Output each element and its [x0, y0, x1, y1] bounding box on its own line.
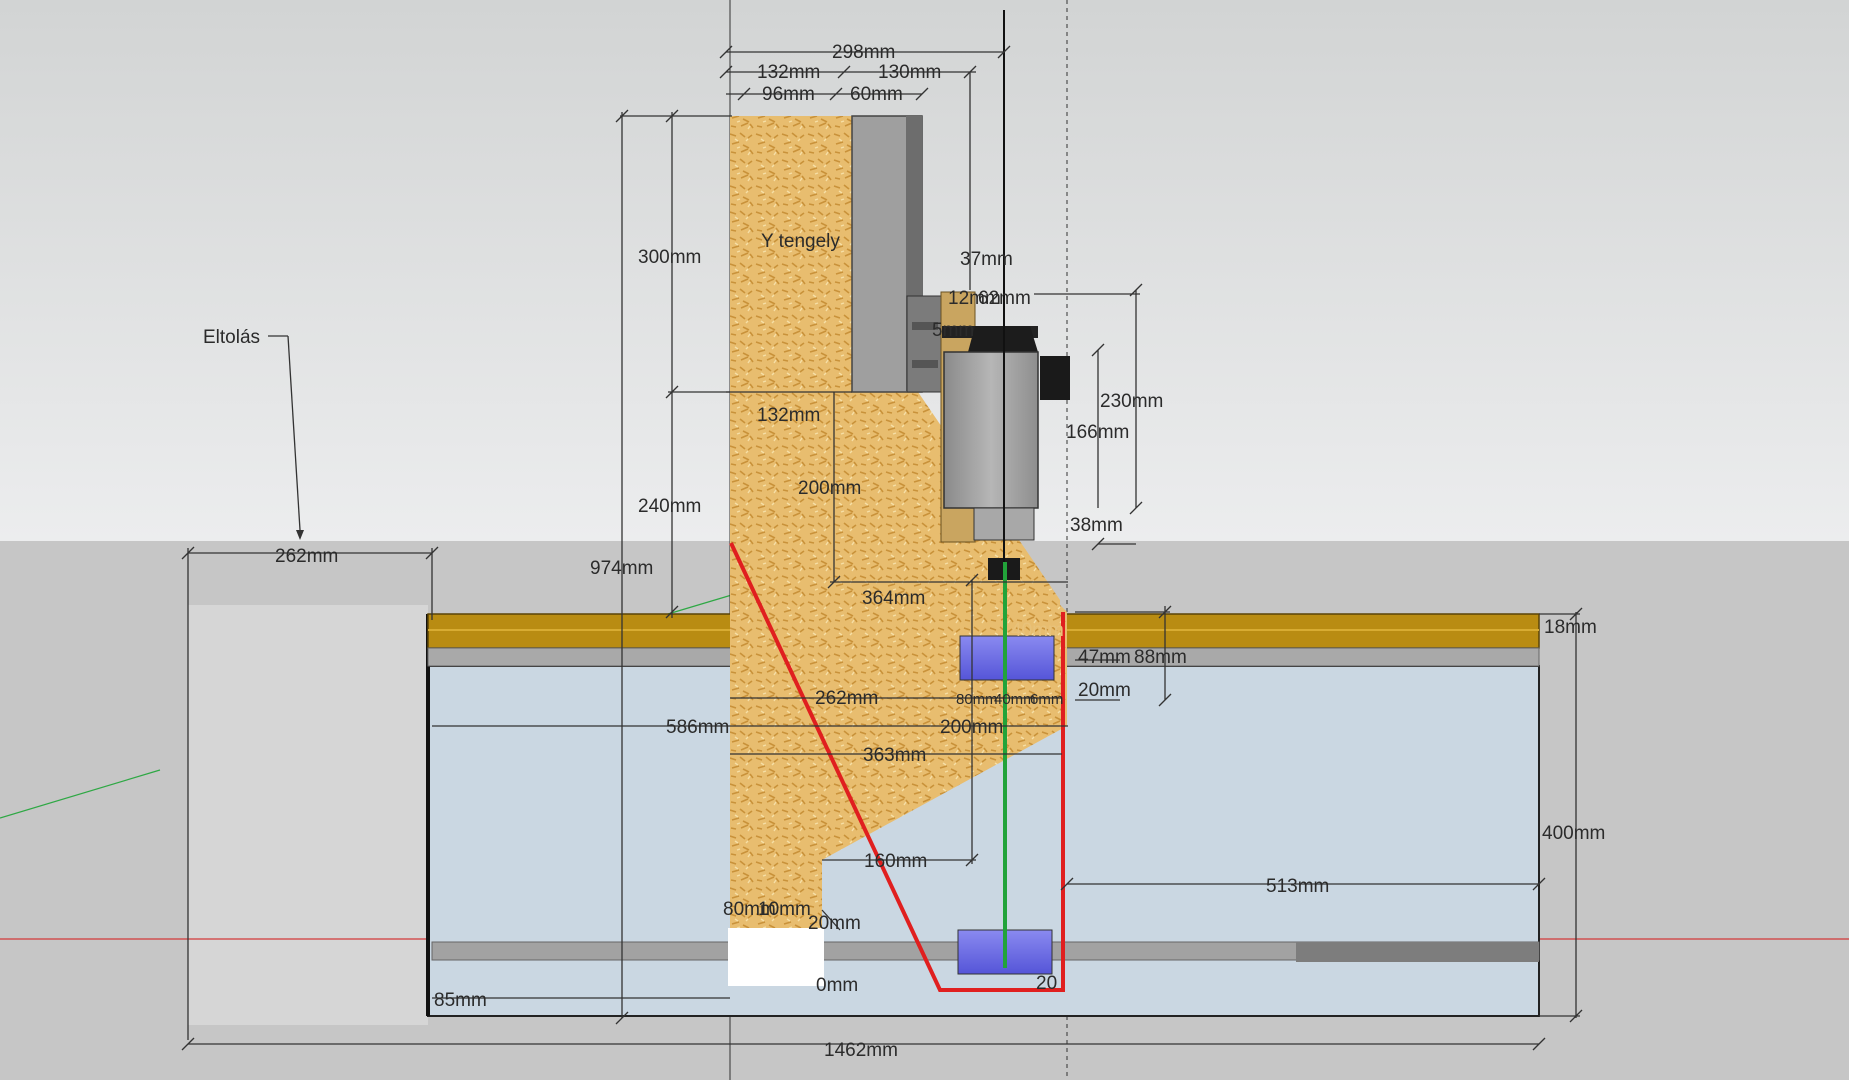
dim-60mm: 60mm — [850, 84, 903, 105]
dim-230mm: 230mm — [1100, 391, 1163, 412]
ghost-shadow — [188, 605, 428, 1025]
bottom-rail-dark-segment — [1296, 942, 1539, 962]
dim-513mm: 513mm — [1266, 876, 1329, 897]
dim-400mm: 400mm — [1542, 823, 1605, 844]
spindle-body — [943, 351, 1039, 509]
dim-200mm-low: 200mm — [940, 717, 1003, 738]
dim-262mm-mid: 262mm — [815, 688, 878, 709]
offset-label: Eltolás — [203, 327, 260, 348]
dim-20mm-right: 20mm — [1078, 680, 1131, 701]
dim-586mm: 586mm — [666, 717, 729, 738]
dim-200mm-mid: 200mm — [798, 478, 861, 499]
dim-18mm: 18mm — [1544, 617, 1597, 638]
dim-40mm: 40mm — [1011, 620, 1064, 641]
dim-363mm: 363mm — [863, 745, 926, 766]
spindle-connector — [1040, 356, 1070, 400]
dim-5mm: 5mm — [932, 320, 974, 341]
dim-298mm: 298mm — [832, 42, 895, 63]
y-axis-label: Y tengely — [761, 231, 840, 252]
dim-364mm: 364mm — [862, 588, 925, 609]
dim-10mm: 10mm — [758, 899, 811, 920]
dim-62mm: 62mm — [978, 288, 1031, 309]
dim-80mm-small: 80mm — [956, 691, 998, 708]
dim-37mm: 37mm — [960, 249, 1013, 270]
dim-85mm: 85mm — [434, 990, 487, 1011]
dim-47mm: 47mm — [1078, 647, 1131, 668]
dim-166mm: 166mm — [1066, 422, 1129, 443]
cad-viewport[interactable]: Y tengely Eltolás 298mm 132mm 130mm 96mm… — [0, 0, 1849, 1080]
dim-974mm: 974mm — [590, 558, 653, 579]
dim-262mm-top: 262mm — [275, 546, 338, 567]
dim-132mm-mid: 132mm — [757, 405, 820, 426]
dim-96mm: 96mm — [762, 84, 815, 105]
cnc-side-view-drawing: Y tengely Eltolás 298mm 132mm 130mm 96mm… — [0, 0, 1849, 1080]
dim-6mm: 6mm — [1030, 691, 1063, 708]
dim-130mm: 130mm — [878, 62, 941, 83]
dim-20-corner: 20 — [1036, 973, 1057, 994]
dim-38mm: 38mm — [1070, 515, 1123, 536]
dim-240mm: 240mm — [638, 496, 701, 517]
dim-0mm: 0mm — [816, 975, 858, 996]
dim-300mm: 300mm — [638, 247, 701, 268]
dim-88mm: 88mm — [1134, 647, 1187, 668]
carriage-bracket — [906, 295, 942, 393]
dim-1462mm: 1462mm — [824, 1040, 898, 1061]
dim-132mm-top: 132mm — [757, 62, 820, 83]
bottom-foot-blank — [728, 928, 824, 986]
carriage-bracket-bolt-bottom — [912, 360, 938, 368]
dim-160mm: 160mm — [864, 851, 927, 872]
dim-20mm-bottom: 20mm — [808, 913, 861, 934]
